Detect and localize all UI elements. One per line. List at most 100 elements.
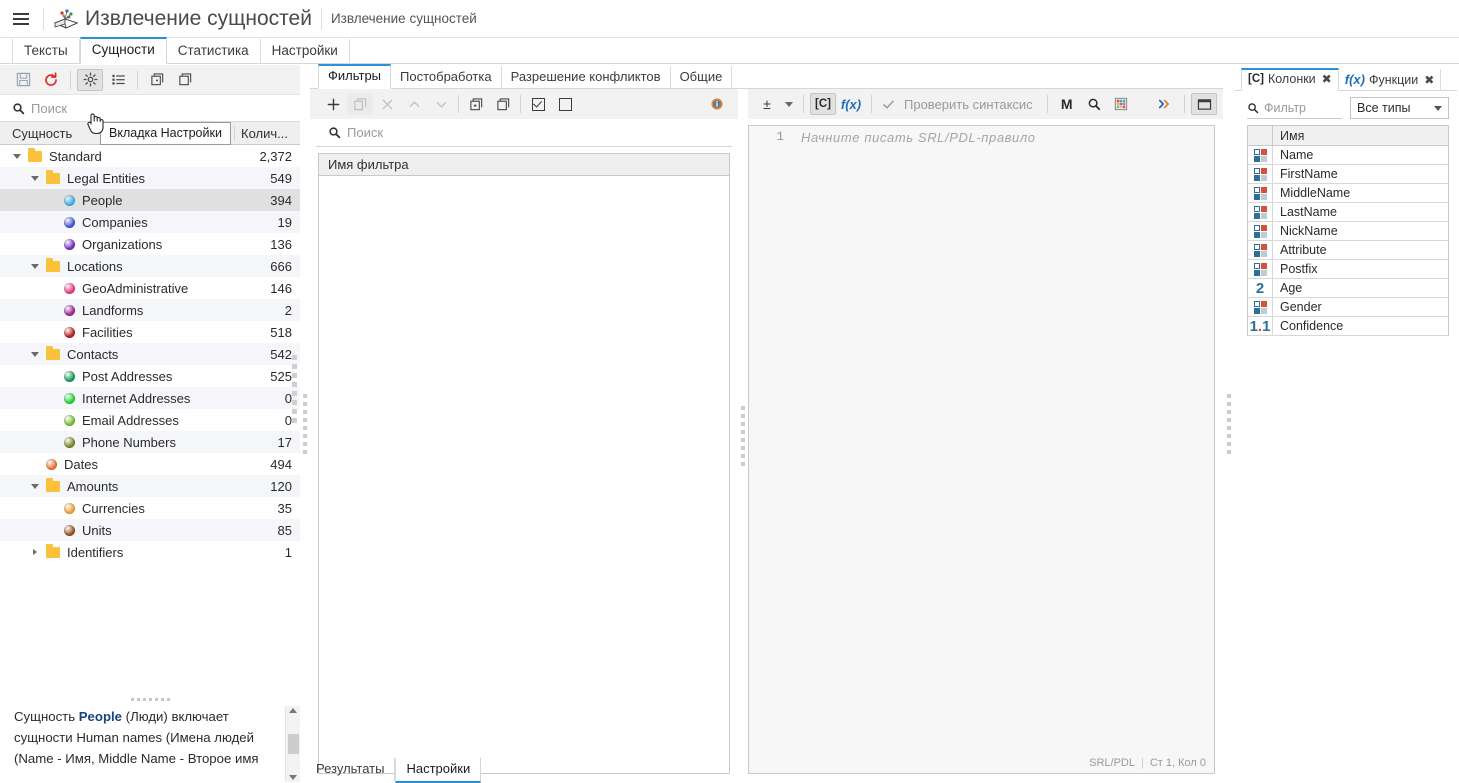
collapse-expand-button[interactable]: ± [754, 93, 780, 115]
twisty-expanded-icon[interactable] [28, 475, 42, 497]
column-header-count[interactable]: Колич... [234, 126, 300, 141]
more-options-button[interactable] [1152, 93, 1178, 115]
entity-search-input[interactable]: Поиск [31, 101, 67, 116]
column-row[interactable]: FirstName [1248, 165, 1448, 184]
move-down-button[interactable] [428, 93, 454, 115]
column-row[interactable]: MiddleName [1248, 184, 1448, 203]
description-scrollbar[interactable] [285, 706, 300, 782]
column-row[interactable]: NickName [1248, 222, 1448, 241]
tree-row[interactable]: People394 [0, 189, 300, 211]
expand-all-button[interactable] [144, 69, 170, 91]
filters-list-body[interactable] [319, 176, 729, 773]
entity-search-row[interactable]: Поиск [0, 95, 300, 121]
column-row[interactable]: LastName [1248, 203, 1448, 222]
columns-table[interactable]: Имя NameFirstNameMiddleNameLastNameNickN… [1247, 125, 1449, 336]
check-syntax-button[interactable]: Проверить синтаксис [878, 97, 1041, 112]
tree-row[interactable]: Amounts120 [0, 475, 300, 497]
twisty-expanded-icon[interactable] [10, 145, 24, 167]
tree-row[interactable]: Contacts542 [0, 343, 300, 365]
scroll-up-arrow-icon[interactable] [289, 708, 297, 713]
column-row[interactable]: Name [1248, 146, 1448, 165]
column-row[interactable]: Postfix [1248, 260, 1448, 279]
columns-filter-field[interactable]: Фильтр [1247, 97, 1342, 119]
refresh-button[interactable] [38, 69, 64, 91]
tree-row[interactable]: Phone Numbers17 [0, 431, 300, 453]
delete-filter-button[interactable] [374, 93, 400, 115]
tree-row[interactable]: Email Addresses0 [0, 409, 300, 431]
entity-tree-scrollbar[interactable] [290, 145, 299, 692]
scroll-thumb[interactable] [288, 734, 299, 754]
functions-button[interactable]: f(x) [837, 93, 865, 115]
filter-search-input[interactable]: Поиск [347, 125, 383, 140]
twisty-expanded-icon[interactable] [28, 255, 42, 277]
check-all-button[interactable] [525, 93, 551, 115]
import-filter-button[interactable] [463, 93, 489, 115]
rule-editor[interactable]: 1 Начните писать SRL/PDL-правило SRL/PDL… [748, 125, 1215, 774]
tab-conflict-resolution[interactable]: Разрешение конфликтов [502, 66, 671, 89]
tree-row[interactable]: Internet Addresses0 [0, 387, 300, 409]
right-panel-splitter[interactable] [1223, 65, 1235, 782]
twisty-collapsed-icon[interactable] [28, 541, 42, 563]
tree-row[interactable]: Units85 [0, 519, 300, 541]
color-palette-button[interactable] [1108, 93, 1134, 115]
tree-row[interactable]: Locations666 [0, 255, 300, 277]
scroll-down-arrow-icon[interactable] [289, 775, 297, 780]
entity-tree-list[interactable]: Standard2,372Legal Entities549People394C… [0, 145, 300, 692]
hamburger-menu-icon[interactable] [8, 6, 34, 32]
tab-filters[interactable]: Фильтры [318, 64, 391, 89]
tab-general[interactable]: Общие [671, 66, 733, 89]
filters-editor-splitter[interactable] [738, 89, 748, 782]
column-row[interactable]: Gender [1248, 298, 1448, 317]
tree-row[interactable]: Identifiers1 [0, 541, 300, 563]
tab-results[interactable]: Результаты [306, 758, 395, 781]
filter-search-row[interactable]: Поиск [316, 119, 732, 147]
twisty-expanded-icon[interactable] [28, 167, 42, 189]
uncheck-all-button[interactable] [552, 93, 578, 115]
collapse-dropdown-button[interactable] [781, 93, 797, 115]
duplicate-filter-button[interactable] [347, 93, 373, 115]
left-panel-splitter[interactable] [300, 65, 310, 782]
filters-list[interactable]: Имя фильтра [318, 153, 730, 774]
tab-postprocessing[interactable]: Постобработка [391, 66, 502, 89]
add-filter-button[interactable] [320, 93, 346, 115]
tree-row[interactable]: Legal Entities549 [0, 167, 300, 189]
tab-texts[interactable]: Тексты [12, 39, 80, 64]
settings-tab-button[interactable] [77, 69, 103, 91]
tab-columns[interactable]: [C] Колонки ✖ [1241, 68, 1339, 91]
column-row[interactable]: 2Age [1248, 279, 1448, 298]
constants-button[interactable]: [C] [810, 93, 836, 115]
column-row[interactable]: Attribute [1248, 241, 1448, 260]
type-filter-select[interactable]: Все типы [1350, 97, 1449, 119]
tree-row[interactable]: GeoAdministrative146 [0, 277, 300, 299]
tree-row[interactable]: Standard2,372 [0, 145, 300, 167]
tree-row[interactable]: Organizations136 [0, 233, 300, 255]
macro-button[interactable]: M [1054, 93, 1080, 115]
tab-statistics[interactable]: Статистика [167, 39, 261, 64]
tree-row[interactable]: Landforms2 [0, 299, 300, 321]
tree-row[interactable]: Facilities518 [0, 321, 300, 343]
filters-list-header[interactable]: Имя фильтра [319, 154, 729, 176]
tree-row[interactable]: Currencies35 [0, 497, 300, 519]
save-button[interactable] [10, 69, 36, 91]
column-row[interactable]: 1.1Confidence [1248, 317, 1448, 336]
info-button[interactable] [704, 93, 730, 115]
editor-search-button[interactable] [1081, 93, 1107, 115]
editor-placeholder-text[interactable]: Начните писать SRL/PDL-правило [793, 130, 1036, 145]
name-column-header[interactable]: Имя [1273, 129, 1304, 143]
tree-row[interactable]: Dates494 [0, 453, 300, 475]
move-up-button[interactable] [401, 93, 427, 115]
twisty-expanded-icon[interactable] [28, 343, 42, 365]
export-filter-button[interactable] [490, 93, 516, 115]
tree-row[interactable]: Companies19 [0, 211, 300, 233]
close-columns-tab-icon[interactable]: ✖ [1322, 72, 1332, 86]
tree-row[interactable]: Post Addresses525 [0, 365, 300, 387]
close-functions-tab-icon[interactable]: ✖ [1424, 73, 1434, 87]
tab-functions[interactable]: f(x) Функции ✖ [1339, 69, 1442, 91]
tab-entities[interactable]: Сущности [80, 37, 167, 64]
description-splitter[interactable] [0, 692, 300, 706]
list-view-button[interactable] [105, 69, 131, 91]
collapse-all-button[interactable] [172, 69, 198, 91]
tab-settings-bottom[interactable]: Настройки [395, 758, 481, 783]
maximize-panel-button[interactable] [1191, 93, 1217, 115]
columns-filter-input[interactable]: Фильтр [1264, 101, 1306, 115]
